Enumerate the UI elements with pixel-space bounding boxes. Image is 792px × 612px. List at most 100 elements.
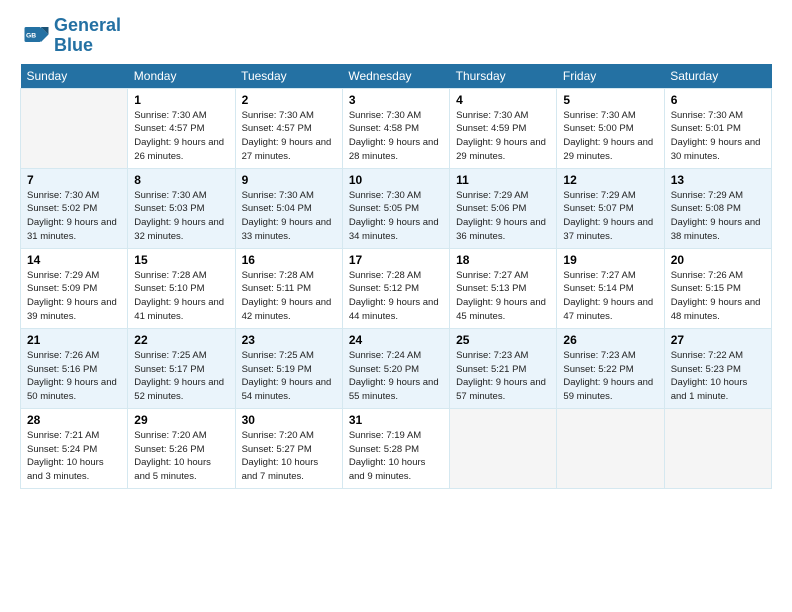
- cell-content: Sunrise: 7:30 AMSunset: 5:04 PMDaylight:…: [242, 189, 336, 244]
- header-day-tuesday: Tuesday: [235, 64, 342, 89]
- header-day-wednesday: Wednesday: [342, 64, 449, 89]
- calendar-cell: 6 Sunrise: 7:30 AMSunset: 5:01 PMDaylight…: [664, 88, 771, 168]
- cell-content: Sunrise: 7:23 AMSunset: 5:21 PMDaylight:…: [456, 349, 550, 404]
- cell-content: Sunrise: 7:29 AMSunset: 5:08 PMDaylight:…: [671, 189, 765, 244]
- calendar-table: SundayMondayTuesdayWednesdayThursdayFrid…: [20, 64, 772, 489]
- day-number: 27: [671, 333, 765, 347]
- calendar-cell: 25 Sunrise: 7:23 AMSunset: 5:21 PMDayligh…: [450, 328, 557, 408]
- day-number: 17: [349, 253, 443, 267]
- day-number: 28: [27, 413, 121, 427]
- cell-content: Sunrise: 7:19 AMSunset: 5:28 PMDaylight:…: [349, 429, 443, 484]
- calendar-cell: 28 Sunrise: 7:21 AMSunset: 5:24 PMDayligh…: [21, 408, 128, 488]
- header-day-saturday: Saturday: [664, 64, 771, 89]
- day-number: 21: [27, 333, 121, 347]
- cell-content: Sunrise: 7:28 AMSunset: 5:12 PMDaylight:…: [349, 269, 443, 324]
- calendar-cell: 7 Sunrise: 7:30 AMSunset: 5:02 PMDaylight…: [21, 168, 128, 248]
- day-number: 15: [134, 253, 228, 267]
- calendar-cell: 27 Sunrise: 7:22 AMSunset: 5:23 PMDayligh…: [664, 328, 771, 408]
- calendar-cell: [664, 408, 771, 488]
- day-number: 23: [242, 333, 336, 347]
- day-number: 7: [27, 173, 121, 187]
- cell-content: Sunrise: 7:22 AMSunset: 5:23 PMDaylight:…: [671, 349, 765, 404]
- header-day-thursday: Thursday: [450, 64, 557, 89]
- cell-content: Sunrise: 7:26 AMSunset: 5:16 PMDaylight:…: [27, 349, 121, 404]
- week-row-3: 14 Sunrise: 7:29 AMSunset: 5:09 PMDayligh…: [21, 248, 772, 328]
- cell-content: Sunrise: 7:28 AMSunset: 5:11 PMDaylight:…: [242, 269, 336, 324]
- svg-text:GB: GB: [26, 32, 36, 39]
- day-number: 6: [671, 93, 765, 107]
- calendar-cell: 23 Sunrise: 7:25 AMSunset: 5:19 PMDayligh…: [235, 328, 342, 408]
- calendar-cell: 1 Sunrise: 7:30 AMSunset: 4:57 PMDaylight…: [128, 88, 235, 168]
- cell-content: Sunrise: 7:30 AMSunset: 5:00 PMDaylight:…: [563, 109, 657, 164]
- day-number: 9: [242, 173, 336, 187]
- cell-content: Sunrise: 7:20 AMSunset: 5:27 PMDaylight:…: [242, 429, 336, 484]
- cell-content: Sunrise: 7:29 AMSunset: 5:06 PMDaylight:…: [456, 189, 550, 244]
- logo-text: General Blue: [54, 16, 121, 56]
- day-number: 20: [671, 253, 765, 267]
- cell-content: Sunrise: 7:28 AMSunset: 5:10 PMDaylight:…: [134, 269, 228, 324]
- day-number: 19: [563, 253, 657, 267]
- day-number: 14: [27, 253, 121, 267]
- calendar-cell: 26 Sunrise: 7:23 AMSunset: 5:22 PMDayligh…: [557, 328, 664, 408]
- cell-content: Sunrise: 7:30 AMSunset: 5:02 PMDaylight:…: [27, 189, 121, 244]
- cell-content: Sunrise: 7:23 AMSunset: 5:22 PMDaylight:…: [563, 349, 657, 404]
- calendar-cell: [450, 408, 557, 488]
- day-number: 4: [456, 93, 550, 107]
- cell-content: Sunrise: 7:26 AMSunset: 5:15 PMDaylight:…: [671, 269, 765, 324]
- cell-content: Sunrise: 7:20 AMSunset: 5:26 PMDaylight:…: [134, 429, 228, 484]
- week-row-4: 21 Sunrise: 7:26 AMSunset: 5:16 PMDayligh…: [21, 328, 772, 408]
- calendar-cell: 9 Sunrise: 7:30 AMSunset: 5:04 PMDaylight…: [235, 168, 342, 248]
- cell-content: Sunrise: 7:30 AMSunset: 5:01 PMDaylight:…: [671, 109, 765, 164]
- calendar-cell: 4 Sunrise: 7:30 AMSunset: 4:59 PMDaylight…: [450, 88, 557, 168]
- calendar-cell: 2Sunrise: 7:30 AMSunset: 4:57 PMDaylight…: [235, 88, 342, 168]
- cell-content: Sunrise: 7:27 AMSunset: 5:13 PMDaylight:…: [456, 269, 550, 324]
- calendar-cell: 19 Sunrise: 7:27 AMSunset: 5:14 PMDayligh…: [557, 248, 664, 328]
- day-number: 25: [456, 333, 550, 347]
- day-number: 13: [671, 173, 765, 187]
- day-number: 11: [456, 173, 550, 187]
- calendar-cell: [21, 88, 128, 168]
- calendar-cell: 17 Sunrise: 7:28 AMSunset: 5:12 PMDayligh…: [342, 248, 449, 328]
- cell-content: Sunrise: 7:27 AMSunset: 5:14 PMDaylight:…: [563, 269, 657, 324]
- cell-content: Sunrise: 7:30 AMSunset: 4:57 PMDaylight:…: [134, 109, 228, 164]
- cell-content: Sunrise: 7:24 AMSunset: 5:20 PMDaylight:…: [349, 349, 443, 404]
- week-row-5: 28 Sunrise: 7:21 AMSunset: 5:24 PMDayligh…: [21, 408, 772, 488]
- cell-content: Sunrise: 7:25 AMSunset: 5:19 PMDaylight:…: [242, 349, 336, 404]
- logo-icon: GB: [20, 21, 50, 51]
- calendar-cell: 15 Sunrise: 7:28 AMSunset: 5:10 PMDayligh…: [128, 248, 235, 328]
- day-number: 10: [349, 173, 443, 187]
- calendar-cell: 11 Sunrise: 7:29 AMSunset: 5:06 PMDayligh…: [450, 168, 557, 248]
- cell-content: Sunrise: 7:29 AMSunset: 5:07 PMDaylight:…: [563, 189, 657, 244]
- calendar-cell: 31 Sunrise: 7:19 AMSunset: 5:28 PMDayligh…: [342, 408, 449, 488]
- calendar-cell: 20 Sunrise: 7:26 AMSunset: 5:15 PMDayligh…: [664, 248, 771, 328]
- cell-content: Sunrise: 7:30 AMSunset: 5:05 PMDaylight:…: [349, 189, 443, 244]
- header-row: SundayMondayTuesdayWednesdayThursdayFrid…: [21, 64, 772, 89]
- calendar-cell: 30Sunrise: 7:20 AMSunset: 5:27 PMDayligh…: [235, 408, 342, 488]
- day-number: 29: [134, 413, 228, 427]
- day-number: 31: [349, 413, 443, 427]
- calendar-cell: 3Sunrise: 7:30 AMSunset: 4:58 PMDaylight…: [342, 88, 449, 168]
- cell-content: Sunrise: 7:29 AMSunset: 5:09 PMDaylight:…: [27, 269, 121, 324]
- header-day-monday: Monday: [128, 64, 235, 89]
- logo: GB General Blue: [20, 16, 121, 56]
- calendar-cell: 8Sunrise: 7:30 AMSunset: 5:03 PMDaylight…: [128, 168, 235, 248]
- day-number: 5: [563, 93, 657, 107]
- cell-content: Sunrise: 7:30 AMSunset: 4:58 PMDaylight:…: [349, 109, 443, 164]
- cell-content: Sunrise: 7:21 AMSunset: 5:24 PMDaylight:…: [27, 429, 121, 484]
- day-number: 22: [134, 333, 228, 347]
- calendar-cell: 24 Sunrise: 7:24 AMSunset: 5:20 PMDayligh…: [342, 328, 449, 408]
- day-number: 2: [242, 93, 336, 107]
- day-number: 26: [563, 333, 657, 347]
- week-row-2: 7 Sunrise: 7:30 AMSunset: 5:02 PMDaylight…: [21, 168, 772, 248]
- day-number: 24: [349, 333, 443, 347]
- calendar-cell: 12 Sunrise: 7:29 AMSunset: 5:07 PMDayligh…: [557, 168, 664, 248]
- calendar-cell: 10 Sunrise: 7:30 AMSunset: 5:05 PMDayligh…: [342, 168, 449, 248]
- calendar-cell: 16Sunrise: 7:28 AMSunset: 5:11 PMDayligh…: [235, 248, 342, 328]
- calendar-cell: [557, 408, 664, 488]
- day-number: 1: [134, 93, 228, 107]
- day-number: 12: [563, 173, 657, 187]
- calendar-cell: 18Sunrise: 7:27 AMSunset: 5:13 PMDayligh…: [450, 248, 557, 328]
- cell-content: Sunrise: 7:30 AMSunset: 4:59 PMDaylight:…: [456, 109, 550, 164]
- calendar-cell: 29 Sunrise: 7:20 AMSunset: 5:26 PMDayligh…: [128, 408, 235, 488]
- day-number: 8: [134, 173, 228, 187]
